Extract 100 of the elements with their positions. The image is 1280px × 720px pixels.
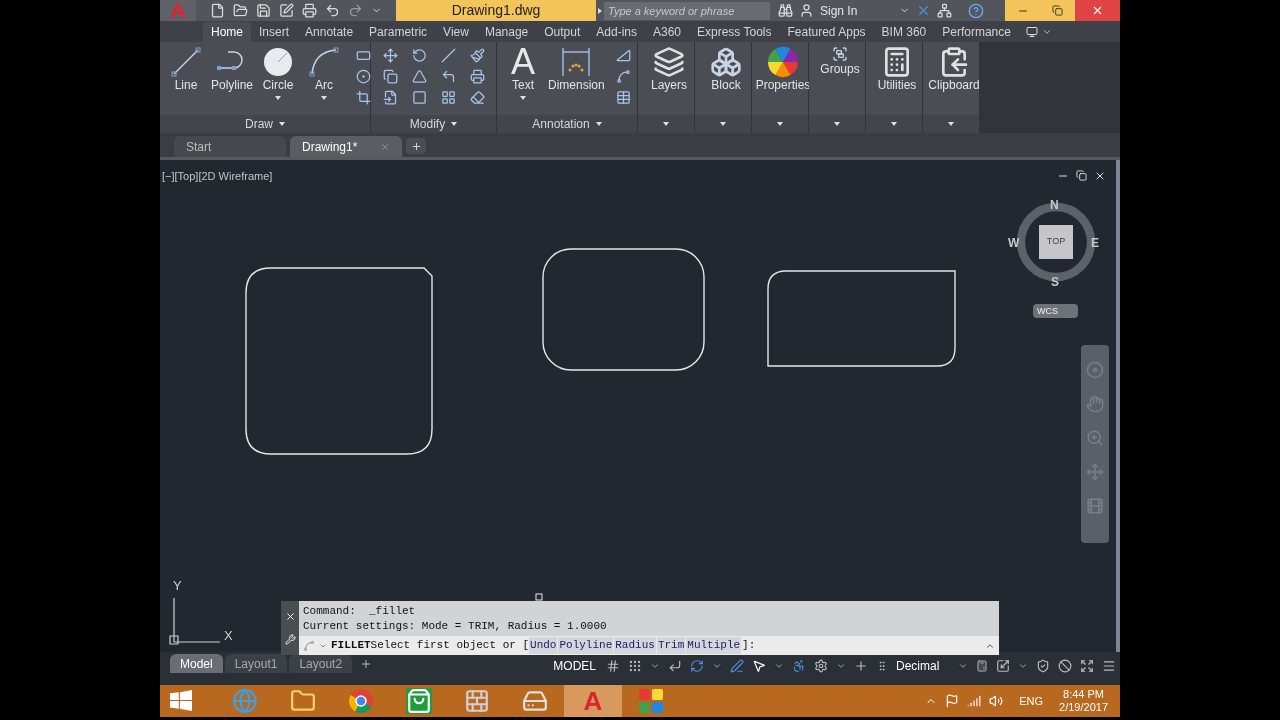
settings-icon[interactable] [814,659,828,673]
ribbon-tool[interactable]: Block [699,46,753,93]
rounded-rectangle[interactable] [245,267,433,455]
command-option[interactable]: Undo [529,637,558,654]
caret-icon[interactable] [595,122,602,126]
edit-icon[interactable] [279,3,294,18]
clock-date[interactable]: 2/19/2017 [1059,701,1108,714]
color-wheel-icon[interactable] [767,46,799,78]
calculator-icon[interactable] [976,660,988,672]
caret-icon[interactable] [834,122,840,126]
close-icon[interactable] [284,611,296,622]
command-option[interactable]: Trim [656,637,686,654]
plus-icon[interactable] [360,657,373,670]
ribbon-tab[interactable]: Express Tools [689,22,780,42]
leader-icon[interactable] [615,69,631,84]
ribbon-tool[interactable]: Arc [302,46,347,100]
panel-title-bar[interactable]: Annotation [497,115,637,133]
units-dropdown[interactable]: Decimal [896,657,968,675]
caret-icon[interactable] [275,96,282,100]
model-space-button[interactable]: MODEL [551,657,598,675]
command-option[interactable]: Polyline [558,637,614,654]
undo-icon[interactable] [325,3,340,18]
command-input[interactable]: FILLETSelect first object or [Undo Polyline Radius Trim Multiple ]: [299,636,999,655]
ribbon-tool[interactable]: Clipboard [927,46,981,93]
grip-marker[interactable] [535,593,543,601]
chevron-down-icon[interactable] [1018,661,1028,671]
caret-icon[interactable] [948,122,954,126]
ribbon-tab[interactable]: Add-ins [588,22,645,42]
restore-icon[interactable] [1076,170,1087,181]
caret-icon[interactable] [520,96,526,100]
ribbon-tab[interactable]: A360 [645,22,689,42]
command-option[interactable]: Multiple [686,637,742,654]
line-icon[interactable] [170,46,202,78]
chevron-down-icon[interactable] [836,661,846,671]
dimension-icon[interactable] [560,46,593,78]
print-icon[interactable] [302,3,317,18]
chevron-down-icon[interactable] [958,661,968,671]
grid-icon[interactable] [606,659,620,673]
file-tab[interactable]: Start [174,136,286,157]
menu-icon[interactable] [1102,659,1116,673]
caret-icon[interactable] [279,122,285,126]
shopping-bag-icon[interactable] [406,688,432,714]
search-field[interactable]: Type a keyword or phrase [604,1,770,20]
layers-icon[interactable] [653,46,685,78]
rounded-rectangle[interactable] [542,248,705,371]
save-icon[interactable] [256,3,271,18]
user-icon[interactable] [799,3,814,18]
pointer-icon[interactable] [752,659,766,673]
ribbon-tab[interactable]: BIM 360 [873,22,935,42]
chevron-down-icon[interactable] [712,661,722,671]
circle-icon[interactable] [262,46,295,78]
rounded-rectangle[interactable] [767,270,956,367]
flag-icon[interactable] [945,694,960,708]
drive-icon[interactable] [522,688,548,714]
ribbon-tab[interactable]: Featured Apps [779,22,874,42]
rotate-icon[interactable] [412,48,427,63]
caret-icon[interactable] [720,122,726,126]
ribbon-tool[interactable]: Circle [256,46,301,100]
browser-logo-icon[interactable] [348,688,374,714]
caret-icon[interactable] [777,122,783,126]
ribbon-tool[interactable]: Utilities [870,46,924,93]
brick-wall-icon[interactable] [464,688,490,714]
ribbon-tab[interactable]: Output [536,22,589,42]
ribbon-tab[interactable]: Home [203,22,251,42]
new-file-icon[interactable] [210,3,225,18]
open-folder-icon[interactable] [233,3,248,18]
ribbon-tab[interactable]: Manage [476,22,537,42]
chevron-down-icon[interactable] [650,661,660,671]
ribbon-tab[interactable]: Performance [934,22,1019,42]
rectangle-icon[interactable] [356,48,372,63]
command-option[interactable]: Radius [614,637,656,654]
monitor-icon[interactable] [1026,25,1038,38]
fullscreen-icon[interactable] [1080,659,1094,673]
caret-icon[interactable] [321,96,328,100]
folder-icon[interactable] [290,688,316,714]
eraser-icon[interactable] [470,90,485,105]
table-icon[interactable] [615,90,631,105]
paintbrush-icon[interactable] [470,48,485,63]
drawing-canvas[interactable]: [−][Top][2D Wireframe] Y X N W TOP E S WCS Command: _fillet Current settings: Mode = TRIM, Radius = 1.0000 FILLETSelect first object or [Undo Polyline Radius Trim Multiple ]: [160,160,1120,652]
language-indicator[interactable]: ENG [1011,692,1052,710]
plus-icon[interactable] [410,140,422,152]
panel-title[interactable]: Annotation [532,115,590,133]
layout-tab[interactable]: Model [170,654,223,673]
group-icon[interactable] [832,46,848,62]
ribbon-tab[interactable]: Annotate [297,22,362,42]
viewcube-face[interactable]: TOP [1039,225,1073,259]
blocks-icon[interactable] [710,46,742,78]
ribbon-tab[interactable]: Parametric [361,22,436,42]
move-icon[interactable] [383,48,398,63]
layout-tab[interactable]: Layout1 [224,654,288,673]
ellipse-icon[interactable] [356,69,372,84]
array-icon[interactable] [441,90,456,105]
play-arrow-icon[interactable] [598,7,602,14]
ribbon-tool[interactable]: Polyline [210,46,255,93]
signal-icon[interactable] [967,694,982,708]
letter-icon[interactable]: A [511,46,535,78]
restore-icon[interactable] [1052,5,1064,16]
new-tab-button[interactable] [406,138,426,154]
ribbon-tool[interactable]: Line [164,46,208,93]
ribbon-tab[interactable]: Insert [251,22,298,42]
